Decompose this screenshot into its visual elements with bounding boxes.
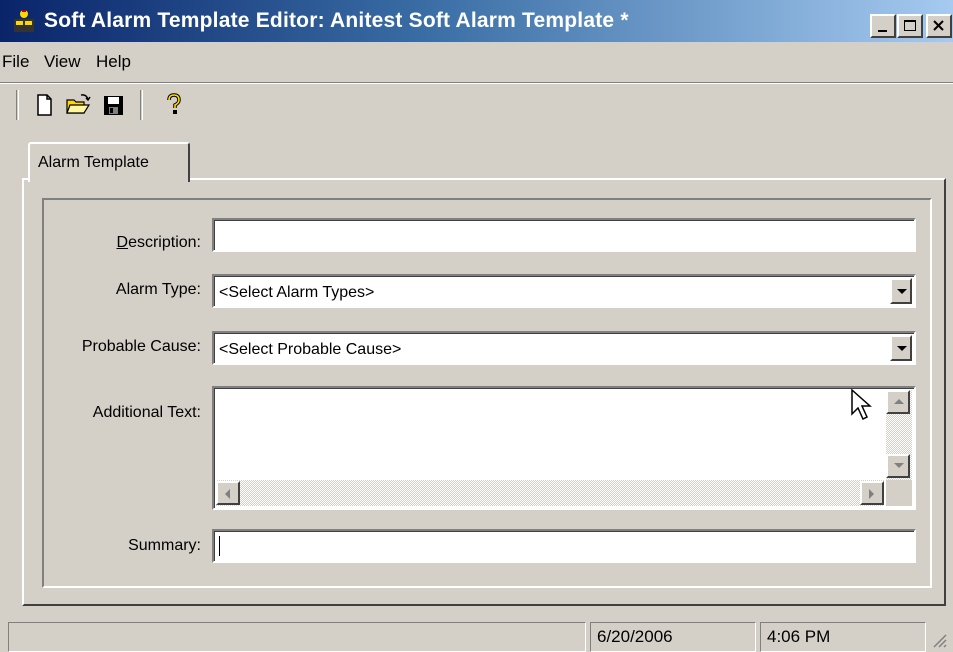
alarm-type-value: <Select Alarm Types> xyxy=(219,284,375,301)
close-icon xyxy=(933,20,944,31)
additional-text-label: Additional Text: xyxy=(92,404,201,421)
tab-alarm-template[interactable]: Alarm Template xyxy=(28,142,190,182)
app-icon xyxy=(14,10,34,32)
title-bar[interactable]: Soft Alarm Template Editor: Anitest Soft… xyxy=(0,0,953,42)
toolbar-grip[interactable] xyxy=(16,90,19,120)
description-label-accelerator: D xyxy=(116,234,129,251)
arrow-up-icon xyxy=(894,399,904,404)
toolbar-separator xyxy=(140,90,143,120)
menu-separator xyxy=(0,82,953,84)
chevron-down-icon xyxy=(897,289,907,294)
scroll-left-button[interactable] xyxy=(216,481,240,505)
tab-label: Alarm Template xyxy=(38,154,149,171)
vertical-scrollbar[interactable] xyxy=(886,390,912,480)
probable-cause-label: Probable Cause: xyxy=(81,338,201,355)
maximize-icon xyxy=(904,20,916,31)
menu-help[interactable]: Help xyxy=(96,52,131,72)
status-bar: 6/20/2006 4:06 PM xyxy=(0,618,953,652)
status-date: 6/20/2006 xyxy=(590,622,756,652)
alarm-type-combobox[interactable]: <Select Alarm Types> xyxy=(212,274,916,308)
new-document-icon xyxy=(37,94,52,116)
toolbar xyxy=(0,88,953,124)
scroll-up-button[interactable] xyxy=(886,390,910,414)
summary-input[interactable] xyxy=(212,529,916,563)
open-button[interactable] xyxy=(64,91,92,119)
arrow-left-icon xyxy=(225,489,230,499)
alarm-type-label: Alarm Type: xyxy=(115,281,201,298)
scroll-size-box xyxy=(886,480,912,506)
menu-view[interactable]: View xyxy=(44,52,81,72)
status-message-panel xyxy=(8,622,586,652)
new-button[interactable] xyxy=(30,91,58,119)
maximize-button[interactable] xyxy=(897,14,923,38)
horizontal-scrollbar[interactable] xyxy=(216,480,884,506)
probable-cause-value: <Select Probable Cause> xyxy=(219,341,402,358)
mouse-pointer-icon xyxy=(851,388,872,421)
menu-file[interactable]: File xyxy=(2,52,29,72)
minimize-button[interactable] xyxy=(870,14,896,38)
help-icon xyxy=(167,93,181,114)
scroll-down-button[interactable] xyxy=(886,454,910,478)
text-caret xyxy=(219,536,220,556)
description-label-text: escription: xyxy=(128,234,201,251)
arrow-right-icon xyxy=(869,489,874,499)
window-title: Soft Alarm Template Editor: Anitest Soft… xyxy=(44,9,629,32)
menu-bar: File View Help xyxy=(0,46,953,76)
arrow-down-icon xyxy=(894,463,904,468)
close-button[interactable] xyxy=(926,14,952,38)
minimize-icon xyxy=(878,30,887,32)
summary-label: Summary: xyxy=(128,537,201,554)
description-label: Description: xyxy=(117,234,201,252)
save-icon xyxy=(104,96,123,115)
resize-grip-icon[interactable] xyxy=(931,632,947,648)
chevron-down-icon xyxy=(897,346,907,351)
alarm-type-dropdown-button[interactable] xyxy=(890,278,912,304)
additional-text-area[interactable] xyxy=(212,386,916,510)
help-button[interactable] xyxy=(160,91,188,119)
description-input[interactable] xyxy=(212,218,916,252)
probable-cause-dropdown-button[interactable] xyxy=(890,335,912,361)
open-folder-icon xyxy=(66,94,91,114)
save-button[interactable] xyxy=(100,91,128,119)
status-time: 4:06 PM xyxy=(760,622,926,652)
probable-cause-combobox[interactable]: <Select Probable Cause> xyxy=(212,331,916,365)
scroll-right-button[interactable] xyxy=(860,481,884,505)
